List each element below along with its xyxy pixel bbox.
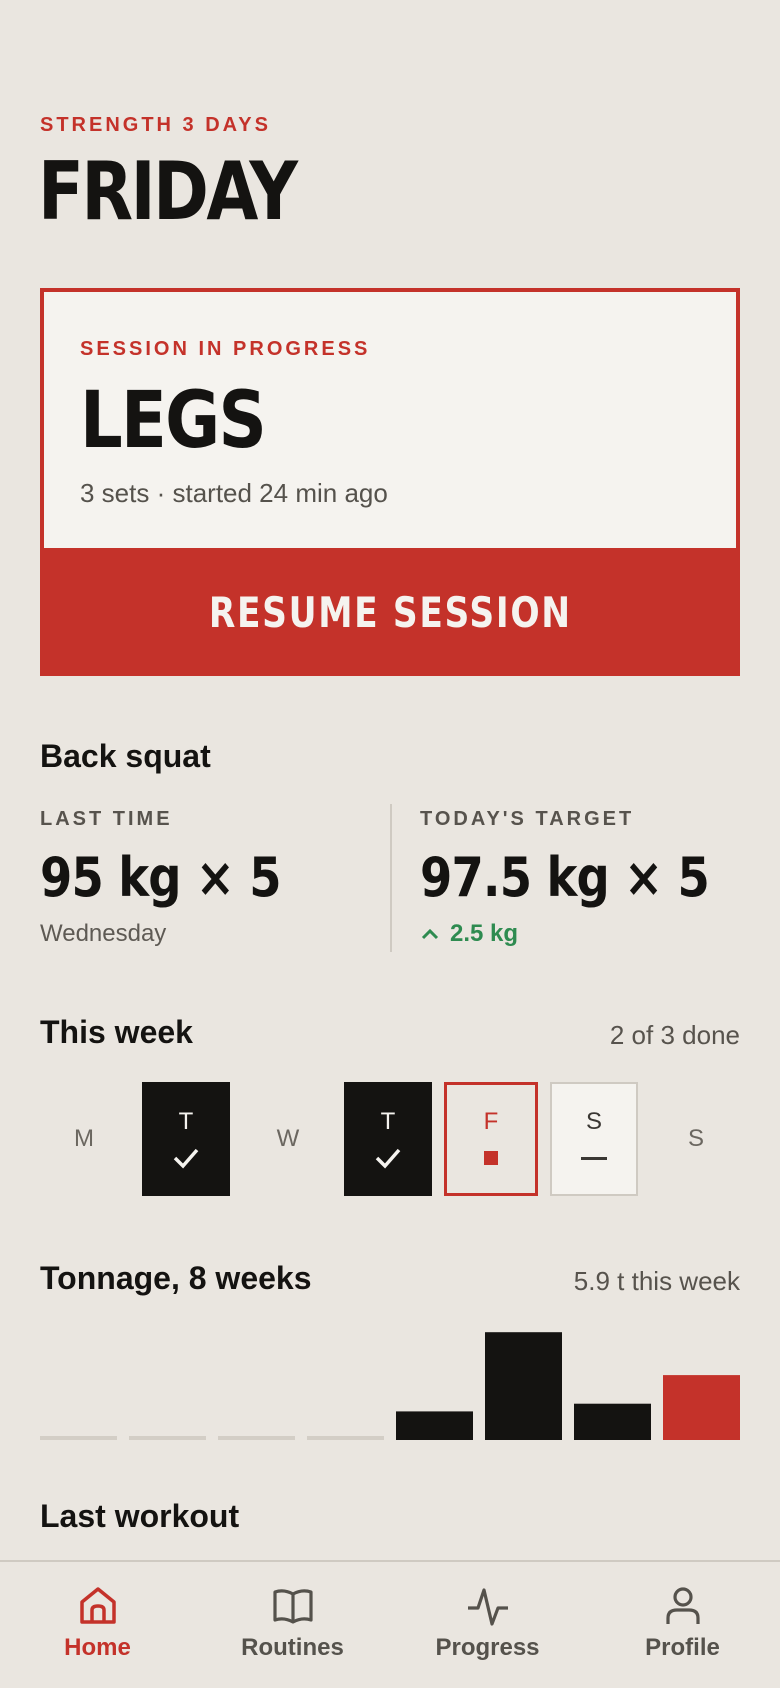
day-thursday[interactable]: T xyxy=(344,1082,432,1196)
day-letter: S xyxy=(585,1108,602,1135)
session-card[interactable]: SESSION IN PROGRESS LEGS 3 sets · starte… xyxy=(40,288,740,676)
resume-session-button[interactable]: RESUME SESSION xyxy=(40,548,740,676)
delta-value: 2.5 kg xyxy=(450,920,519,947)
activity-icon xyxy=(467,1588,508,1626)
today-marker-icon xyxy=(484,1151,498,1165)
last-time-label: LAST TIME xyxy=(40,808,173,830)
program-eyebrow: STRENGTH 3 DAYS xyxy=(40,114,271,136)
day-letter: M xyxy=(74,1125,94,1152)
day-monday[interactable]: M xyxy=(40,1082,128,1196)
nav-label: Home xyxy=(64,1634,131,1661)
day-wednesday[interactable]: W xyxy=(244,1082,332,1196)
tonnage-this-week: 5.9 t this week xyxy=(573,1266,740,1296)
tonnage-bar xyxy=(307,1436,384,1440)
day-saturday[interactable]: S xyxy=(550,1082,638,1196)
target-label: TODAY'S TARGET xyxy=(420,808,635,830)
target-value: 97.5 kg × 5 xyxy=(420,846,710,909)
tonnage-bar xyxy=(218,1436,295,1440)
book-icon xyxy=(272,1589,313,1624)
nav-label: Profile xyxy=(645,1634,720,1661)
nav-label: Progress xyxy=(435,1634,540,1661)
last-workout-title: Last workout xyxy=(40,1498,240,1534)
tonnage-bar xyxy=(40,1436,117,1440)
stat-divider xyxy=(390,804,392,952)
last-time-value: 95 kg × 5 xyxy=(40,846,282,909)
resume-session-label: RESUME SESSION xyxy=(208,587,572,637)
session-subtitle: 3 sets · started 24 min ago xyxy=(80,478,388,508)
tonnage-title: Tonnage, 8 weeks xyxy=(40,1260,312,1296)
week-title: This week xyxy=(40,1014,193,1050)
day-tuesday[interactable]: T xyxy=(142,1082,230,1196)
check-icon xyxy=(375,1148,401,1169)
tonnage-bar xyxy=(396,1411,473,1440)
day-letter: F xyxy=(483,1108,499,1135)
nav-progress[interactable]: Progress xyxy=(390,1562,585,1688)
user-icon xyxy=(665,1587,700,1624)
tonnage-chart xyxy=(40,1332,740,1440)
day-letter: S xyxy=(687,1125,704,1152)
nav-label: Routines xyxy=(241,1634,344,1661)
target-delta: 2.5 kg xyxy=(420,920,518,948)
nav-home[interactable]: Home xyxy=(0,1562,195,1688)
day-letter: T xyxy=(178,1108,194,1135)
nav-routines[interactable]: Routines xyxy=(195,1562,390,1688)
chevron-up-icon xyxy=(421,928,439,940)
bottom-nav: Home Routines Progress Profile xyxy=(0,1560,780,1688)
check-icon xyxy=(173,1148,199,1169)
day-sunday[interactable]: S xyxy=(652,1082,740,1196)
day-friday[interactable]: F xyxy=(444,1082,538,1196)
last-time-day: Wednesday xyxy=(40,920,167,947)
session-status: SESSION IN PROGRESS xyxy=(80,338,371,360)
session-title: LEGS xyxy=(80,376,267,466)
week-progress: 2 of 3 done xyxy=(609,1020,740,1050)
day-letter: T xyxy=(380,1108,396,1135)
planned-dash-icon xyxy=(581,1156,607,1160)
exercise-name: Back squat xyxy=(40,738,211,774)
tonnage-bar xyxy=(129,1436,206,1440)
home-icon xyxy=(79,1587,116,1624)
page-title: FRIDAY xyxy=(38,145,298,238)
nav-profile[interactable]: Profile xyxy=(585,1562,780,1688)
tonnage-bar xyxy=(663,1375,740,1440)
tonnage-bar xyxy=(574,1403,651,1440)
tonnage-bar xyxy=(485,1332,562,1440)
day-letter: W xyxy=(276,1125,300,1152)
